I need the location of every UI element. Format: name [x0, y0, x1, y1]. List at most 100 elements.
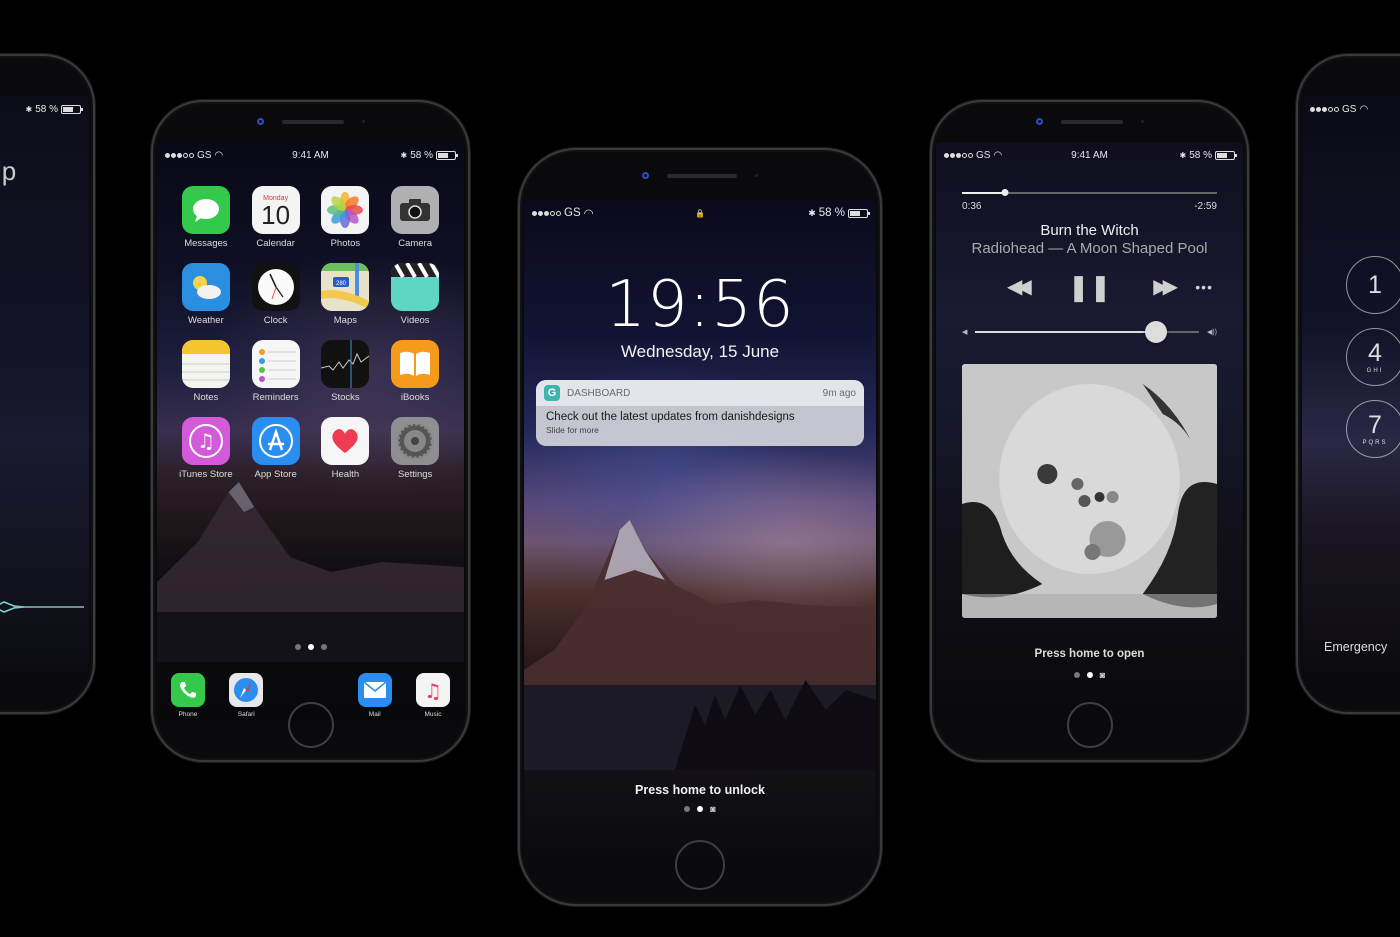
page-indicator[interactable]: ◙	[936, 671, 1243, 680]
app-label: Settings	[397, 469, 433, 480]
front-camera	[256, 118, 264, 125]
key-letters: PQRS	[1362, 439, 1388, 446]
fast-forward-icon[interactable]: ▶▶	[1153, 277, 1178, 297]
home-button[interactable]	[1066, 702, 1113, 748]
app-label: Calendar	[256, 238, 295, 249]
app-reminders[interactable]: Reminders	[241, 340, 311, 403]
keypad-key-1[interactable]: 1	[1346, 256, 1400, 314]
bluetooth-icon: ✱	[400, 150, 408, 160]
notification-header: G DASHBOARD 9m ago	[536, 380, 864, 406]
stocks-icon[interactable]	[321, 340, 370, 388]
app-label: Mail	[368, 711, 381, 718]
volume-level	[975, 331, 1157, 333]
clock-icon[interactable]	[251, 263, 300, 311]
page-dot[interactable]	[294, 644, 301, 650]
app-videos[interactable]: Videos	[380, 263, 450, 326]
carrier-name: GS	[976, 149, 991, 161]
page-dot-active[interactable]	[697, 806, 704, 812]
phone-home-screen: GS ◠ 9:41 AM ✱ 58 % Messages Monday 10 Cale…	[151, 100, 470, 762]
volume-high-icon: ◀))	[1206, 329, 1217, 336]
proximity-sensor	[1140, 120, 1144, 123]
app-app-store[interactable]: App Store	[241, 417, 311, 480]
app-messages[interactable]: Messages	[171, 186, 241, 249]
safari-icon[interactable]	[229, 673, 264, 707]
app-store-icon[interactable]	[251, 417, 300, 465]
dock-app-phone[interactable]: Phone	[171, 673, 205, 718]
app-ibooks[interactable]: iBooks	[380, 340, 450, 403]
itunes-store-icon[interactable]: ♫	[181, 417, 230, 465]
app-settings[interactable]: Settings	[380, 417, 450, 480]
app-camera[interactable]: Camera	[380, 186, 450, 249]
page-indicator[interactable]	[157, 644, 464, 650]
calendar-icon[interactable]: Monday 10	[251, 186, 300, 234]
calendar-day: 10	[261, 199, 291, 230]
camera-icon[interactable]: ◙	[710, 805, 715, 814]
app-itunes-store[interactable]: ♫ iTunes Store	[171, 417, 241, 480]
keypad-key-4[interactable]: 4 GHI	[1346, 328, 1400, 386]
more-icon[interactable]: •••	[1195, 280, 1213, 294]
dock-app-music[interactable]: ♫ Music	[416, 673, 450, 718]
camera-icon[interactable]	[391, 186, 440, 234]
signal-strength-icon	[1310, 106, 1339, 112]
phone-icon[interactable]	[171, 673, 205, 707]
app-clock[interactable]: Clock	[241, 263, 311, 326]
weather-icon[interactable]	[181, 263, 230, 311]
scrubber-handle[interactable]	[1001, 189, 1009, 196]
ibooks-icon[interactable]	[391, 340, 440, 388]
music-icon[interactable]: ♫	[416, 673, 450, 707]
earpiece-speaker	[667, 173, 737, 178]
phone-music-player: GS ◠ 9:41 AM ✱ 58 % 0:36 -2:59 Burn the …	[930, 100, 1249, 762]
status-time: 9:41 AM	[1071, 149, 1108, 161]
home-screen: GS ◠ 9:41 AM ✱ 58 % Messages Monday 10 Cale…	[157, 142, 464, 720]
playback-times: 0:36 -2:59	[962, 201, 1217, 212]
page-dot-active[interactable]	[307, 644, 314, 650]
status-time: 9:41 AM	[292, 149, 329, 161]
battery-icon	[436, 150, 458, 160]
home-button[interactable]	[287, 702, 334, 748]
battery-icon	[1215, 150, 1237, 160]
app-photos[interactable]: Photos	[311, 186, 381, 249]
home-button[interactable]	[675, 840, 725, 890]
photos-icon[interactable]	[321, 186, 370, 234]
playback-scrubber[interactable]	[962, 189, 1217, 196]
rewind-icon[interactable]: ◀◀	[1007, 277, 1032, 297]
wifi-icon: ◠	[214, 149, 224, 161]
app-label: Maps	[333, 315, 357, 326]
app-weather[interactable]: Weather	[171, 263, 241, 326]
app-notes[interactable]: Notes	[171, 340, 241, 403]
dock-app-safari[interactable]: Safari	[229, 673, 264, 718]
videos-icon[interactable]	[391, 263, 440, 311]
settings-icon[interactable]	[391, 417, 440, 465]
health-icon[interactable]	[321, 417, 370, 465]
status-bar: GS ◠ 9:41 AM ✱ 58 %	[165, 148, 458, 162]
playback-controls: ◀◀ ❚❚ ▶▶ •••	[936, 274, 1243, 300]
messages-icon[interactable]	[181, 186, 230, 234]
notification-card[interactable]: G DASHBOARD 9m ago Check out the latest …	[536, 380, 864, 446]
maps-icon[interactable]: 280	[321, 263, 370, 311]
keypad-key-7[interactable]: 7 PQRS	[1346, 400, 1400, 458]
reminders-icon[interactable]	[251, 340, 300, 388]
volume-slider[interactable]	[975, 321, 1199, 343]
key-number: 4	[1368, 338, 1382, 367]
camera-icon[interactable]: ◙	[1100, 671, 1105, 680]
proximity-sensor	[755, 174, 758, 177]
phone-passcode: GS ◠ 1 4 GHI 7 PQRS Emergency	[1296, 54, 1400, 714]
pause-icon[interactable]: ❚❚	[1068, 274, 1112, 300]
page-dot-active[interactable]	[1086, 672, 1093, 678]
page-dot[interactable]	[684, 806, 691, 812]
emergency-button[interactable]: Emergency	[1324, 640, 1387, 654]
app-calendar[interactable]: Monday 10 Calendar	[241, 186, 311, 249]
notes-icon[interactable]	[181, 340, 230, 388]
app-maps[interactable]: 280 Maps	[311, 263, 381, 326]
bluetooth-icon: ✱	[25, 104, 33, 114]
volume-handle[interactable]	[1145, 321, 1168, 343]
app-stocks[interactable]: Stocks	[311, 340, 381, 403]
page-dot[interactable]	[320, 644, 327, 650]
page-dot[interactable]	[1073, 672, 1080, 678]
app-label: Stocks	[331, 392, 360, 403]
page-indicator[interactable]: ◙	[524, 805, 876, 814]
notification-body: Check out the latest updates from danish…	[536, 406, 864, 440]
app-health[interactable]: Health	[311, 417, 381, 480]
mail-icon[interactable]	[357, 673, 392, 707]
dock-app-mail[interactable]: Mail	[357, 673, 392, 718]
